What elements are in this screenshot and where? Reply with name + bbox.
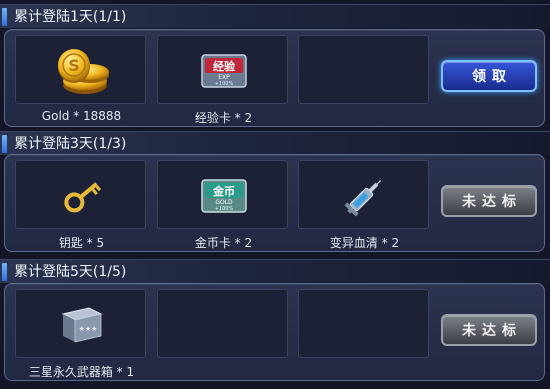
reward-slot[interactable]: 经验 EXP +100% 经验卡 * 2 <box>157 35 288 125</box>
section-title: 累计登陆1天(1/1) <box>14 9 127 25</box>
login-reward-section-1: 累计登陆1天(1/1) <box>0 4 550 28</box>
header-accent-bar <box>2 135 7 153</box>
reward-label: 变异血清 * 2 <box>329 236 400 250</box>
reward-label: 三星永久武器箱 * 1 <box>28 365 135 379</box>
section-header: 累计登陆5天(1/5) <box>0 259 550 283</box>
gold-coins-icon: S <box>57 48 109 94</box>
reward-label: 经验卡 * 2 <box>194 111 253 125</box>
login-reward-section-5: 累计登陆5天(1/5) <box>0 259 550 283</box>
card-sub: GOLD <box>215 199 233 206</box>
syringe-icon <box>343 179 381 217</box>
not-reached-button[interactable]: 未达标 <box>441 314 537 346</box>
login-reward-section-3: 累计登陆3天(1/3) <box>0 131 550 155</box>
reward-slot[interactable]: 变异血清 * 2 <box>298 160 429 250</box>
weapon-crate-icon: ★★★ <box>61 306 102 343</box>
reward-panel-5: ★★★ 三星永久武器箱 * 1 未达标 <box>4 283 545 381</box>
card-text: 金币 <box>212 184 235 198</box>
section-title: 累计登陆5天(1/5) <box>14 264 127 280</box>
reward-label: 钥匙 * 5 <box>58 236 105 250</box>
header-accent-bar <box>2 263 7 281</box>
reward-slot-empty <box>157 289 288 358</box>
reward-panel-1: S Gold * 18888 经验 EXP +100% 经验卡 * 2 领取 <box>4 29 545 127</box>
svg-text:S: S <box>68 56 80 75</box>
reward-slot[interactable]: 钥匙 * 5 <box>15 160 146 250</box>
reward-panel-3: 钥匙 * 5 金币 GOLD +100% 金币卡 * 2 变异血清 * 2 未达… <box>4 154 545 252</box>
header-accent-bar <box>2 8 7 26</box>
card-sub: EXP <box>218 74 230 81</box>
claim-button[interactable]: 领取 <box>441 60 537 92</box>
not-reached-button[interactable]: 未达标 <box>441 185 537 217</box>
section-title: 累计登陆3天(1/3) <box>14 136 127 152</box>
reward-label: 金币卡 * 2 <box>194 236 253 250</box>
reward-slot[interactable]: S Gold * 18888 <box>15 35 146 123</box>
reward-slot-empty <box>298 35 429 104</box>
gold-card-icon: 金币 GOLD +100% <box>200 178 247 213</box>
card-text: 经验 <box>213 59 236 73</box>
section-header: 累计登陆1天(1/1) <box>0 4 550 28</box>
reward-slot[interactable]: 金币 GOLD +100% 金币卡 * 2 <box>157 160 288 250</box>
card-pct: +100% <box>214 206 233 212</box>
card-pct: +100% <box>214 81 233 87</box>
key-icon <box>63 181 101 212</box>
exp-card-icon: 经验 EXP +100% <box>200 53 247 88</box>
reward-label: Gold * 18888 <box>41 109 122 123</box>
reward-slot[interactable]: ★★★ 三星永久武器箱 * 1 <box>15 289 146 379</box>
section-header: 累计登陆3天(1/3) <box>0 131 550 155</box>
crate-stars: ★★★ <box>78 325 97 333</box>
reward-slot-empty <box>298 289 429 358</box>
